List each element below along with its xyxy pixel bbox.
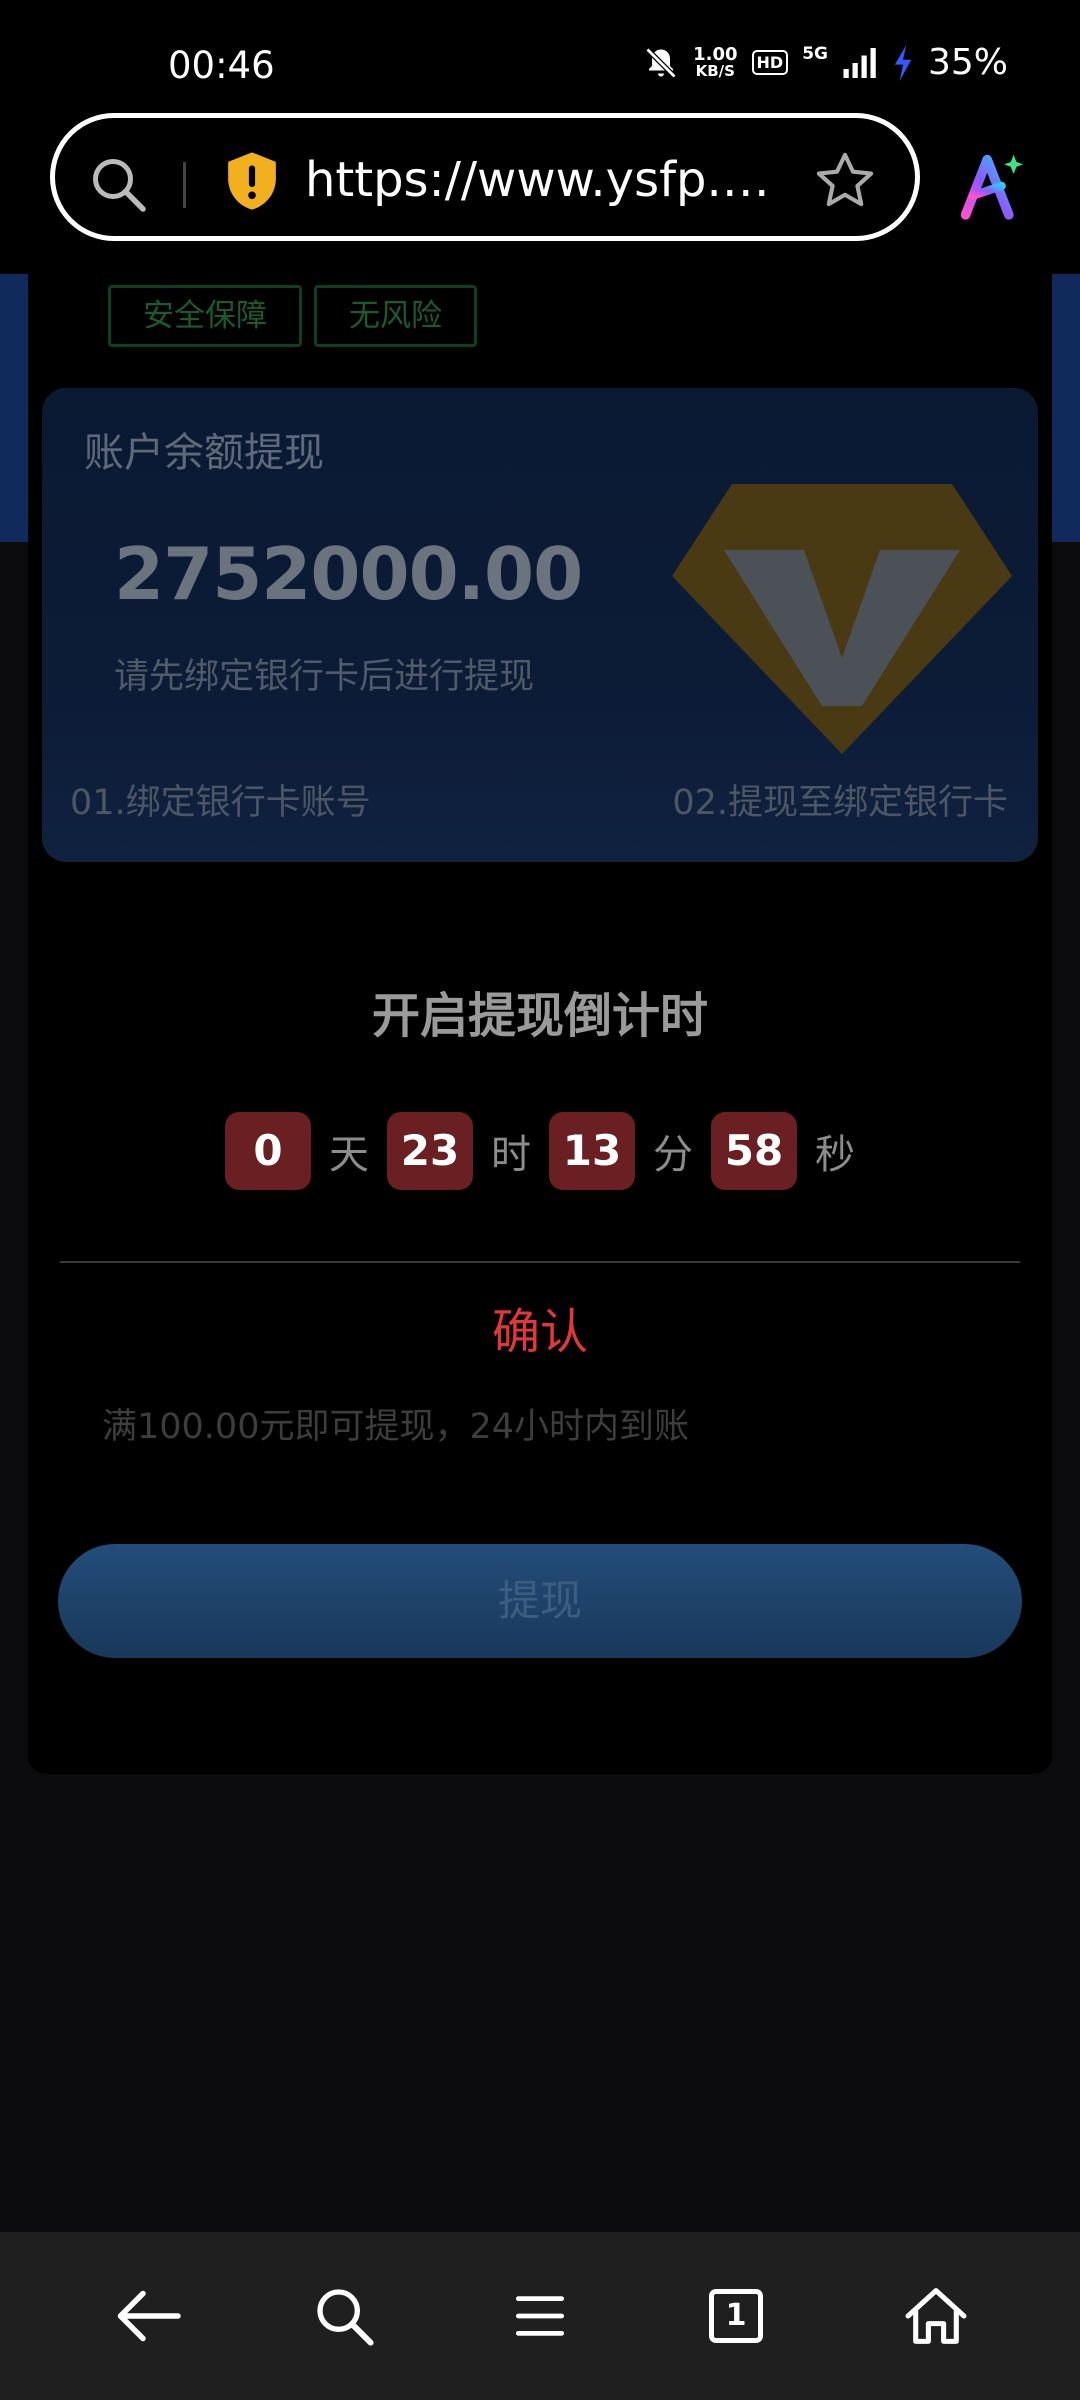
- home-icon: [905, 2288, 967, 2344]
- vip-diamond-icon: [672, 484, 1012, 754]
- browser-toolbar: https://www.ysfp.net: [0, 108, 1080, 275]
- countdown-hours-unit: 时: [491, 1132, 531, 1178]
- countdown-hours: 23: [387, 1112, 473, 1190]
- tag-safety: 安全保障: [108, 285, 302, 347]
- charging-bolt-icon: [894, 44, 912, 81]
- tag-no-risk: 无风险: [314, 285, 477, 347]
- net-speed-value: 1.00: [693, 43, 738, 65]
- security-warning-shield-icon[interactable]: [223, 150, 281, 212]
- signal-icon: [843, 47, 876, 78]
- countdown-title: 开启提现倒计时: [371, 988, 708, 1044]
- url-text[interactable]: https://www.ysfp.net: [305, 152, 795, 208]
- countdown-days: 0: [225, 1112, 311, 1190]
- countdown-seconds-unit: 秒: [815, 1132, 855, 1178]
- ai-assistant-icon[interactable]: [955, 150, 1029, 222]
- balance-title: 账户余额提现: [84, 430, 324, 476]
- net-speed: 1.00 KB/S: [693, 43, 738, 80]
- back-arrow-icon: [117, 2290, 181, 2342]
- dialog-divider: [60, 1261, 1020, 1263]
- bookmark-star-icon[interactable]: [812, 148, 878, 214]
- countdown-minutes: 13: [549, 1112, 635, 1190]
- address-divider: [183, 162, 186, 208]
- withdraw-panel: 安全保障 无风险 账户余额提现 2752000.00 请先绑定银行卡后进行提现 …: [28, 274, 1052, 1774]
- withdraw-rule-text: 满100.00元即可提现，24小时内到账: [102, 1407, 690, 1447]
- network-type: 5G: [802, 44, 828, 64]
- tabs-icon: 1: [709, 2289, 763, 2343]
- balance-card: 账户余额提现 2752000.00 请先绑定银行卡后进行提现 01.绑定银行卡账…: [42, 388, 1038, 862]
- search-icon: [317, 2289, 374, 2346]
- nav-tabs-button[interactable]: 1: [628, 2232, 844, 2400]
- address-bar[interactable]: https://www.ysfp.net: [50, 113, 920, 241]
- countdown-days-unit: 天: [329, 1132, 369, 1178]
- step-withdraw-to-card: 02.提现至绑定银行卡: [672, 783, 1008, 823]
- balance-hint: 请先绑定银行卡后进行提现: [114, 657, 535, 697]
- balance-amount: 2752000.00: [114, 532, 583, 616]
- confirm-button[interactable]: 确认: [28, 1292, 1052, 1362]
- withdraw-button[interactable]: 提现: [58, 1544, 1022, 1658]
- step-bind-card: 01.绑定银行卡账号: [70, 783, 371, 823]
- countdown-timer: 0 天 23 时 13 分 58 秒: [28, 1112, 1052, 1190]
- net-speed-unit: KB/S: [695, 61, 735, 80]
- battery-level: 35%: [927, 42, 1008, 83]
- search-icon[interactable]: [88, 154, 148, 214]
- status-bar: 00:46 1.00 KB/S HD 5G 35%: [0, 0, 1080, 108]
- nav-home-button[interactable]: [828, 2232, 1044, 2400]
- countdown-seconds: 58: [711, 1112, 797, 1190]
- mute-bell-icon: [645, 47, 677, 78]
- browser-bottom-nav: 1: [0, 2232, 1080, 2400]
- nav-search-button[interactable]: [236, 2232, 452, 2400]
- hd-badge: HD: [751, 50, 789, 75]
- countdown-minutes-unit: 分: [653, 1132, 693, 1178]
- nav-back-button[interactable]: [40, 2232, 256, 2400]
- status-icons: 1.00 KB/S HD 5G 35%: [643, 42, 1008, 83]
- status-time: 00:46: [168, 44, 275, 87]
- nav-menu-button[interactable]: [432, 2232, 648, 2400]
- menu-icon: [515, 2296, 565, 2336]
